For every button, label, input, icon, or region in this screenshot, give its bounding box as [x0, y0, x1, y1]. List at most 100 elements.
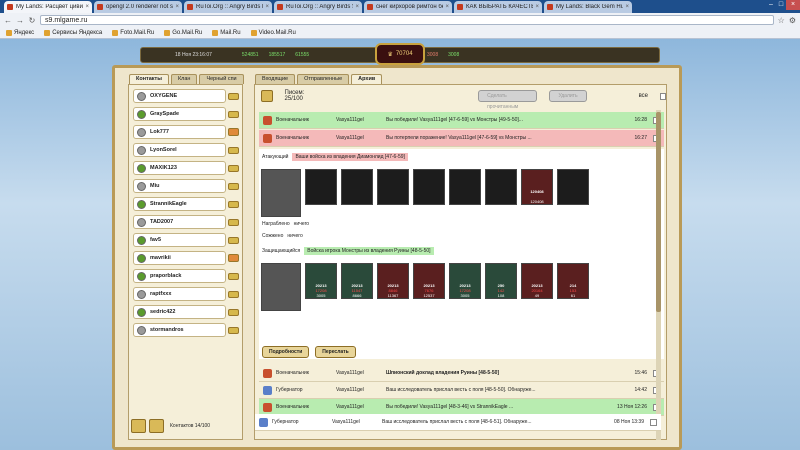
close-icon[interactable]: ×: [535, 4, 539, 10]
mail-icon[interactable]: [228, 291, 239, 298]
unit-card[interactable]: 20213 17208 3005: [305, 263, 337, 299]
unit-card[interactable]: [449, 169, 481, 205]
browser-tab[interactable]: снег кирхоров римтон бе ×: [364, 1, 452, 13]
maximize-icon[interactable]: □: [776, 0, 786, 10]
mail-icon[interactable]: [228, 309, 239, 316]
delete-button[interactable]: Удалить: [549, 90, 587, 102]
close-icon[interactable]: ×: [175, 4, 179, 10]
mail-icon[interactable]: [228, 219, 239, 226]
mail-icon[interactable]: [228, 147, 239, 154]
crown-icon: ♛: [387, 51, 393, 58]
unit-card[interactable]: [485, 169, 517, 205]
message-scrollbar[interactable]: [656, 110, 661, 440]
tab-clan[interactable]: Клан: [170, 74, 198, 84]
browser-tab[interactable]: My Lands: Расцвет цивилизации×: [4, 1, 92, 13]
close-icon[interactable]: ×: [265, 4, 269, 10]
unit-card[interactable]: 214 153 61: [557, 263, 589, 299]
message-row[interactable]: Военачальник Vasya111gel Вы победили! Va…: [259, 112, 664, 129]
unit-card[interactable]: 20213 11547 8666: [341, 263, 373, 299]
unit-card[interactable]: [557, 169, 589, 205]
unit-card[interactable]: 20213 17208 3005: [449, 263, 481, 299]
minimize-icon[interactable]: –: [766, 0, 776, 10]
bookmark[interactable]: Foto.Mail.Ru: [112, 29, 154, 36]
contact-item[interactable]: GraySpade: [133, 107, 226, 121]
contact-item[interactable]: fav5: [133, 233, 226, 247]
bookmark[interactable]: Яндекс: [6, 29, 34, 36]
contact-item[interactable]: raptfxxx: [133, 287, 226, 301]
mail-icon[interactable]: [228, 93, 239, 100]
contact-item[interactable]: LyonSorel: [133, 143, 226, 157]
browser-tab[interactable]: RuToi.Org :: Angry Birds Se ×: [274, 1, 362, 13]
forward-icon[interactable]: →: [16, 16, 24, 25]
contact-item[interactable]: Lok777: [133, 125, 226, 139]
unit-card[interactable]: 20213 7676 12537: [413, 263, 445, 299]
bookmark[interactable]: Mail.Ru: [212, 29, 241, 36]
address-input[interactable]: s9.mlgame.ru: [40, 15, 774, 25]
message-row[interactable]: Губернатор Vasya111gel Ваш исследователь…: [255, 414, 661, 431]
details-button[interactable]: Подробности: [262, 346, 310, 358]
contact-item[interactable]: mavrikii: [133, 251, 226, 265]
compose-icon[interactable]: [261, 90, 273, 102]
browser-tab[interactable]: КАК ВЫБРАТЬ КАЧЕСТВЕННЫЙ×: [454, 1, 542, 13]
browser-tab[interactable]: My Lands: Black Gem Hunt ×: [544, 1, 632, 13]
message-row[interactable]: Военачальник Vasya111gel Вы потерпели по…: [259, 130, 664, 147]
tab-archive[interactable]: Архив: [351, 74, 383, 84]
unit-card[interactable]: [413, 169, 445, 205]
tab-inbox[interactable]: Входящие: [255, 74, 296, 84]
forward-button[interactable]: Переслать: [315, 346, 356, 358]
group-icon[interactable]: [149, 419, 164, 433]
contact-item[interactable]: Miu: [133, 179, 226, 193]
close-window-icon[interactable]: ×: [786, 0, 800, 10]
mail-icon[interactable]: [228, 201, 239, 208]
mail-icon[interactable]: [228, 183, 239, 190]
select-all-checkbox[interactable]: [660, 92, 666, 100]
mail-icon[interactable]: [228, 237, 239, 244]
hero-portrait[interactable]: [261, 169, 301, 217]
tab-sent[interactable]: Отправленные: [297, 74, 350, 84]
wrench-icon[interactable]: ⚙: [789, 16, 796, 25]
contact-item[interactable]: StrannikEagle: [133, 197, 226, 211]
back-icon[interactable]: ←: [4, 16, 12, 25]
unit-card[interactable]: 20213 8846 11367: [377, 263, 409, 299]
reload-icon[interactable]: ↻: [28, 16, 36, 25]
gold-counter[interactable]: ♛ 70704: [375, 43, 425, 65]
contact-item[interactable]: OXYGENE: [133, 89, 226, 103]
mail-icon[interactable]: [228, 165, 239, 172]
tab-contacts[interactable]: Контакты: [129, 74, 169, 84]
hero-portrait[interactable]: [261, 263, 301, 311]
wings-icon[interactable]: [228, 254, 239, 262]
contact-item[interactable]: TAD2007: [133, 215, 226, 229]
mark-read-button[interactable]: Сделать прочитанным: [478, 90, 538, 110]
browser-tab[interactable]: opengl 2.0 renderer not supp×: [94, 1, 182, 13]
add-contact-icon[interactable]: [131, 419, 146, 433]
mail-icon[interactable]: [228, 327, 239, 334]
bookmark[interactable]: Video.Mail.Ru: [250, 29, 296, 36]
scroll-thumb[interactable]: [656, 112, 661, 312]
message-row[interactable]: Военачальник Vasya111gel Шпионский докла…: [259, 365, 664, 382]
unit-card[interactable]: [377, 169, 409, 205]
close-icon[interactable]: ×: [85, 4, 89, 10]
unit-card[interactable]: [341, 169, 373, 205]
close-icon[interactable]: ×: [445, 4, 449, 10]
close-icon[interactable]: ×: [625, 4, 629, 10]
contact-item[interactable]: praporblack: [133, 269, 226, 283]
contact-item[interactable]: MAXIK123: [133, 161, 226, 175]
wings-icon[interactable]: [228, 128, 239, 136]
mail-icon[interactable]: [228, 111, 239, 118]
unit-card[interactable]: 120408 120408: [521, 169, 553, 205]
bookmark[interactable]: Go.Mail.Ru: [164, 29, 202, 36]
star-icon[interactable]: ☆: [778, 16, 785, 25]
tab-blacklist[interactable]: Черный спи: [199, 74, 244, 84]
unit-card[interactable]: 250 142 108: [485, 263, 517, 299]
contact-item[interactable]: sedric422: [133, 305, 226, 319]
message-checkbox[interactable]: [650, 418, 657, 426]
mail-icon[interactable]: [228, 273, 239, 280]
unit-card[interactable]: [305, 169, 337, 205]
close-icon[interactable]: ×: [355, 4, 359, 10]
governor-icon: [263, 385, 272, 395]
bookmark[interactable]: Сервисы Яндекса: [44, 29, 102, 36]
browser-tab[interactable]: RuToi.Org :: Angry Birds Rio×: [184, 1, 272, 13]
contact-item[interactable]: stormandros: [133, 323, 226, 337]
message-row[interactable]: Губернатор Vasya111gel Ваш исследователь…: [259, 382, 664, 399]
unit-card[interactable]: 20213 20164 49: [521, 263, 553, 299]
